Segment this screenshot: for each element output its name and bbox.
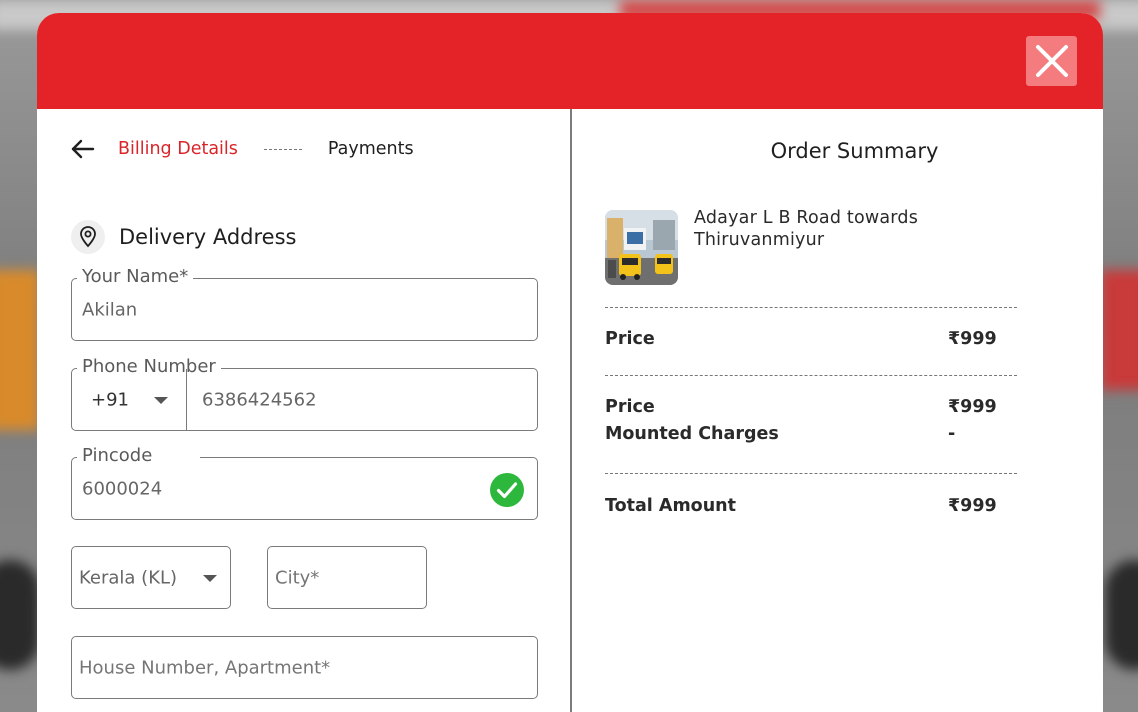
total-amount-label: Total Amount [605, 496, 736, 516]
billboard-thumbnail [605, 210, 678, 285]
billing-panel: Billing Details Payments Delivery Addres… [37, 109, 570, 712]
step-payments[interactable]: Payments [328, 139, 414, 159]
price-value: ₹999 [948, 329, 997, 349]
back-arrow-icon[interactable] [70, 136, 96, 162]
modal-header [37, 13, 1103, 109]
dashed-divider [605, 307, 1017, 308]
name-label: Your Name* [77, 266, 194, 288]
delivery-address-title: Delivery Address [119, 225, 297, 249]
price-label: Price [605, 329, 655, 349]
order-summary-title: Order Summary [770, 139, 939, 163]
country-code-select[interactable]: +91 [72, 369, 187, 430]
pincode-field[interactable]: Pincode 6000024 [71, 445, 538, 520]
step-separator [263, 148, 302, 150]
phone-field: Phone Number +91 6386424562 [71, 356, 538, 431]
city-placeholder: City* [275, 567, 320, 588]
close-icon [1035, 45, 1068, 77]
location-line-2: Thiruvanmiyur [694, 230, 825, 250]
mounted-charges-label: Mounted Charges [605, 424, 779, 444]
name-field[interactable]: Your Name* Akilan [71, 266, 538, 341]
chevron-down-icon [203, 575, 217, 582]
chevron-down-icon [154, 397, 168, 404]
dashed-divider [605, 375, 1017, 376]
billboard-location: Adayar L B Road towards Thiruvanmiyur [694, 207, 918, 251]
house-number-field[interactable]: House Number, Apartment* [71, 636, 538, 699]
close-button[interactable] [1026, 36, 1077, 86]
order-summary-panel: Order Summary Adayar L B Road towards Th… [572, 109, 1103, 712]
step-indicator: Billing Details Payments [70, 136, 414, 162]
delivery-address-heading: Delivery Address [71, 220, 296, 254]
state-select[interactable]: Kerala (KL) [71, 546, 231, 609]
total-amount-value: ₹999 [948, 496, 997, 516]
name-value: Akilan [82, 299, 138, 320]
location-pin-icon [71, 220, 105, 254]
location-line-1: Adayar L B Road towards [694, 208, 919, 228]
city-field[interactable]: City* [267, 546, 427, 609]
check-circle-icon [490, 473, 524, 507]
dashed-divider [605, 473, 1017, 474]
pincode-label: Pincode [77, 445, 201, 467]
house-number-placeholder: House Number, Apartment* [79, 657, 331, 678]
checkout-modal: Billing Details Payments Delivery Addres… [37, 13, 1103, 712]
price-breakdown-label: Price [605, 397, 655, 417]
step-billing-details[interactable]: Billing Details [118, 139, 238, 159]
state-value: Kerala (KL) [79, 567, 178, 588]
mounted-charges-value: - [948, 424, 956, 444]
phone-value[interactable]: 6386424562 [202, 389, 317, 410]
country-code-value: +91 [91, 389, 129, 410]
pincode-value: 6000024 [82, 478, 163, 499]
price-breakdown-value: ₹999 [948, 397, 997, 417]
